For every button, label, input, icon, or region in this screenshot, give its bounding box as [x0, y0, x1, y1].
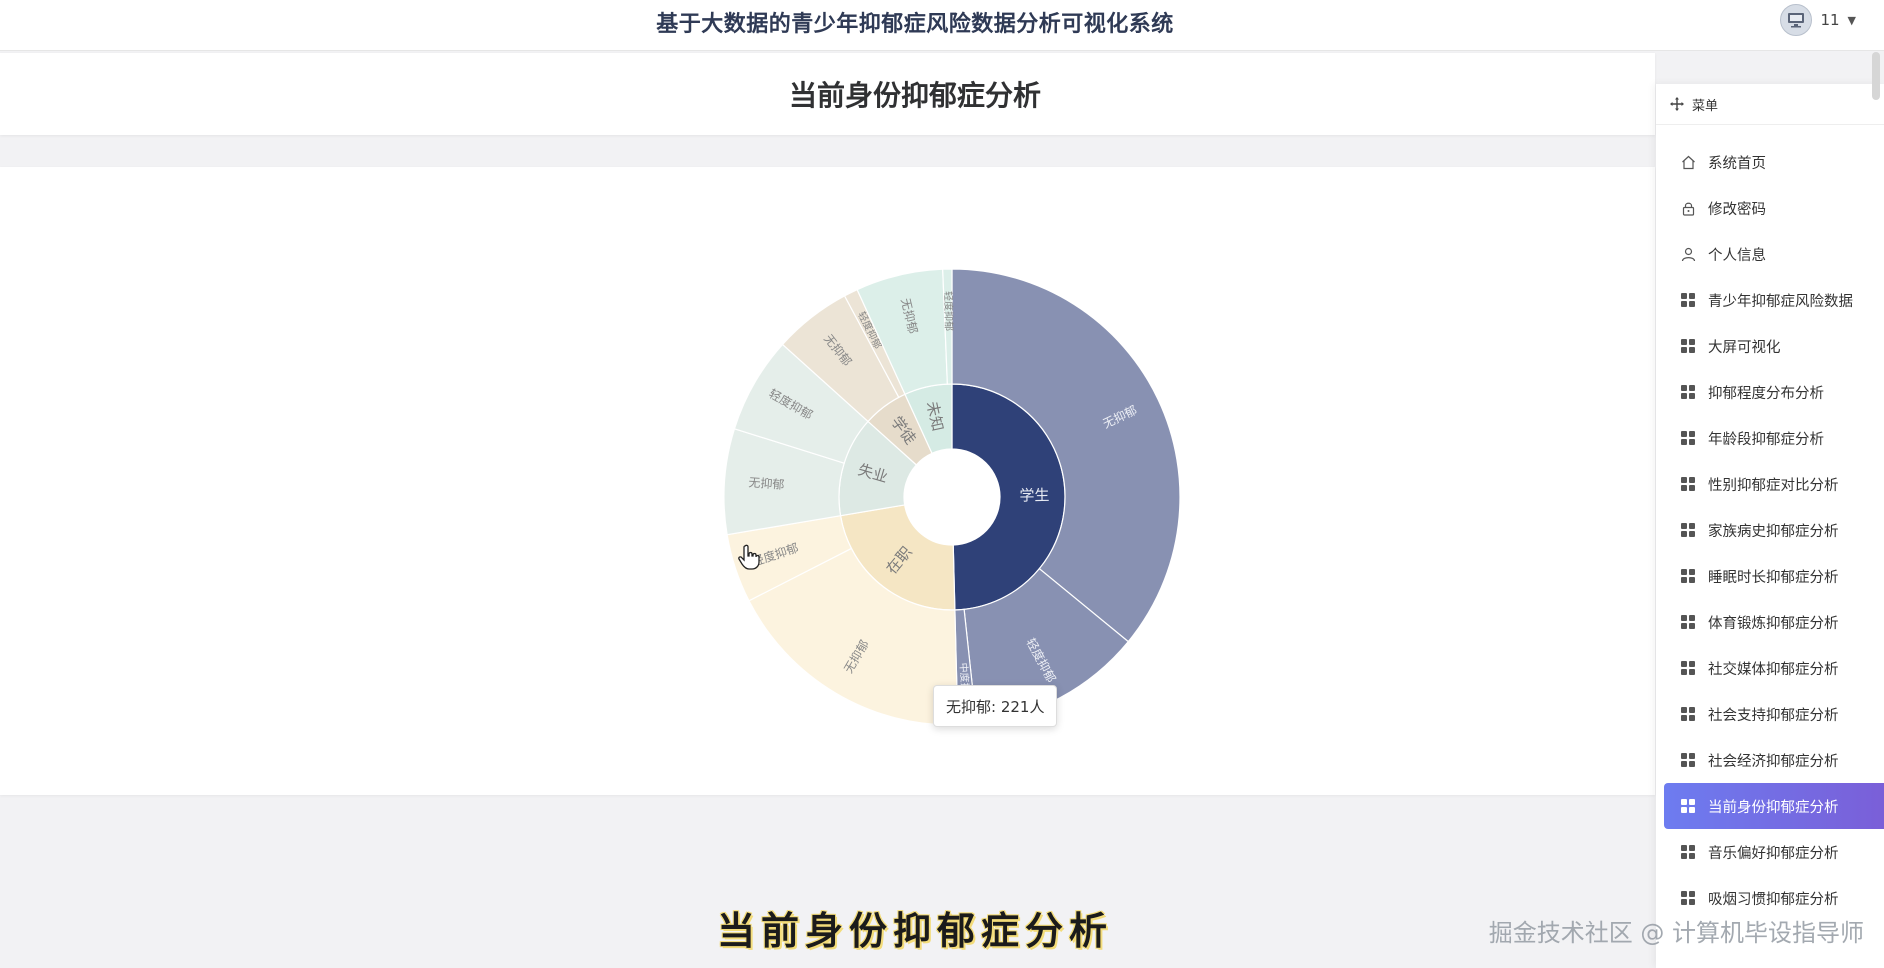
sunburst-inner-label: 学生 [1019, 486, 1049, 504]
hand-cursor-icon [738, 544, 760, 570]
sidebar-item-label: 社交媒体抑郁症分析 [1708, 661, 1839, 678]
sidebar-item-7[interactable]: 年龄段抑郁症分析 [1656, 415, 1884, 461]
sunburst-outer-label: 轻度抑郁 [942, 291, 956, 331]
grid-icon [1680, 660, 1696, 676]
system-title: 基于大数据的青少年抑郁症风险数据分析可视化系统 [656, 12, 1174, 37]
watermark: 掘金技术社区 @ 计算机毕设指导师 [1488, 919, 1864, 947]
user-name[interactable]: 11 [1820, 11, 1839, 29]
sidebar-item-12[interactable]: 社交媒体抑郁症分析 [1656, 645, 1884, 691]
home-icon [1680, 154, 1696, 170]
sidebar-item-3[interactable]: 个人信息 [1656, 231, 1884, 277]
grid-icon [1680, 614, 1696, 630]
sidebar-item-2[interactable]: 修改密码 [1656, 185, 1884, 231]
sidebar-item-9[interactable]: 家族病史抑郁症分析 [1656, 507, 1884, 553]
grid-icon [1680, 384, 1696, 400]
chevron-down-icon[interactable]: ▼ [1848, 14, 1856, 27]
sidebar-item-label: 睡眠时长抑郁症分析 [1708, 569, 1839, 586]
menu-list: 系统首页修改密码个人信息青少年抑郁症风险数据 大屏可视化抑郁程度分布分析 年龄段抑郁… [1656, 139, 1884, 921]
sidebar-item-1[interactable]: 系统首页 [1656, 139, 1884, 185]
grid-icon [1680, 292, 1696, 308]
sidebar-item-6[interactable]: 抑郁程度分布分析 [1656, 369, 1884, 415]
sidebar-item-16[interactable]: 音乐偏好抑郁症分析 [1656, 829, 1884, 875]
chart-card: 学生 无抑郁 轻度抑郁 中度抑郁 在职 无抑郁 轻度抑郁 失业 无抑郁 轻度抑郁 学徒 无抑郁 轻度抑郁… [0, 167, 1655, 795]
grid-icon [1680, 522, 1696, 538]
sidebar-item-14[interactable]: 社会经济抑郁症分析 [1656, 737, 1884, 783]
user-icon [1680, 246, 1696, 262]
sidebar-item-label: 性别抑郁症对比分析 [1708, 477, 1839, 494]
sidebar-item-label: 年龄段抑郁症分析 [1708, 431, 1824, 448]
menu-header[interactable]: 菜单 [1656, 84, 1884, 125]
lock-icon [1680, 200, 1696, 216]
sidebar-item-label: 系统首页 [1708, 155, 1766, 172]
sidebar-item-10[interactable]: 睡眠时长抑郁症分析 [1656, 553, 1884, 599]
sidebar-item-label: 当前身份抑郁症分析 [1708, 799, 1839, 816]
sidebar-item-label: 社会支持抑郁症分析 [1708, 707, 1839, 724]
grid-icon [1680, 430, 1696, 446]
menu-header-label: 菜单 [1692, 98, 1719, 114]
grid-icon [1680, 752, 1696, 768]
top-header: 基于大数据的青少年抑郁症风险数据分析可视化系统 11 ▼ [0, 0, 1884, 51]
sidebar-item-11[interactable]: 体育锻炼抑郁症分析 [1656, 599, 1884, 645]
sidebar-item-label: 个人信息 [1708, 247, 1766, 264]
chart-tooltip: 无抑郁: 221人 [933, 685, 1058, 727]
user-menu[interactable]: 11 ▼ [1780, 3, 1856, 37]
grid-icon [1680, 568, 1696, 584]
monitor-icon [1788, 13, 1805, 28]
grid-icon [1680, 476, 1696, 492]
sidebar-item-label: 青少年抑郁症风险数据 [1708, 293, 1853, 310]
grid-icon [1680, 706, 1696, 722]
sidebar-item-5[interactable]: 大屏可视化 [1656, 323, 1884, 369]
grid-icon [1680, 338, 1696, 354]
sidebar-item-label: 大屏可视化 [1708, 339, 1781, 356]
scrollbar-thumb[interactable] [1872, 52, 1880, 100]
side-menu: 菜单 系统首页修改密码个人信息青少年抑郁症风险数据 大屏可视化抑郁程度分布分析 年龄… [1656, 84, 1884, 968]
sidebar-item-label: 修改密码 [1708, 201, 1766, 218]
sidebar-item-label: 家族病史抑郁症分析 [1708, 523, 1839, 540]
sidebar-item-label: 音乐偏好抑郁症分析 [1708, 845, 1839, 862]
sidebar-item-8[interactable]: 性别抑郁症对比分析 [1656, 461, 1884, 507]
sidebar-item-4[interactable]: 青少年抑郁症风险数据 [1656, 277, 1884, 323]
avatar[interactable] [1780, 4, 1813, 36]
page-title: 当前身份抑郁症分析 [788, 79, 1041, 112]
sidebar-item-13[interactable]: 社会支持抑郁症分析 [1656, 691, 1884, 737]
sunburst-center [904, 449, 1000, 545]
sidebar-item-label: 社会经济抑郁症分析 [1708, 753, 1839, 770]
move-icon [1670, 97, 1684, 111]
sunburst-chart[interactable]: 学生无抑郁轻度抑郁中度抑郁在职无抑郁轻度抑郁失业无抑郁轻度抑郁学徒无抑郁 轻度抑郁… [0, 167, 1655, 795]
sidebar-item-label: 抑郁程度分布分析 [1708, 385, 1824, 402]
sidebar-item-label: 体育锻炼抑郁症分析 [1708, 615, 1839, 632]
sidebar-item-15[interactable]: 当前身份抑郁症分析 [1664, 783, 1884, 829]
grid-icon [1680, 844, 1696, 860]
sunburst-outer-label: 无抑郁 [748, 474, 785, 491]
grid-icon [1680, 798, 1696, 814]
